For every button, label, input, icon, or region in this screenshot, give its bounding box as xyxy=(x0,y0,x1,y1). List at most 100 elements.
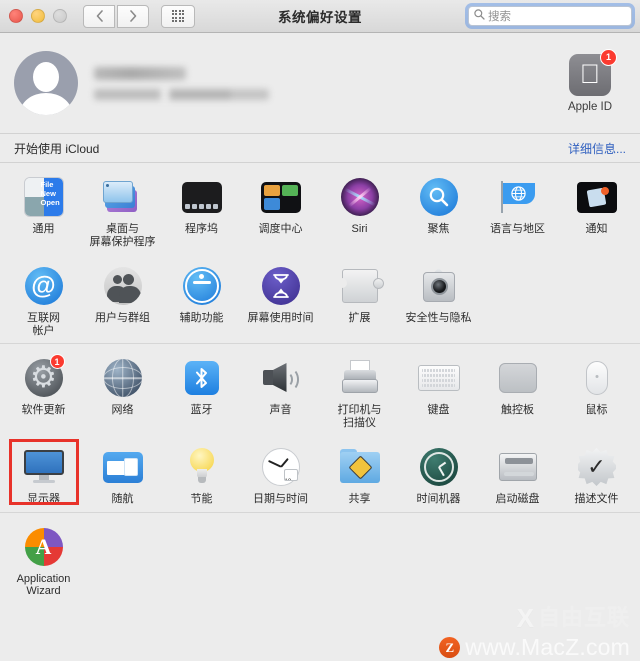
pref-mouse[interactable]: 鼠标 xyxy=(557,352,636,429)
keyboard-icon xyxy=(417,356,461,400)
pref-mission-control[interactable]: 调度中心 xyxy=(241,171,320,248)
pref-label: 日期与时间 xyxy=(253,493,308,505)
pref-bluetooth[interactable]: 蓝牙 xyxy=(162,352,241,429)
pref-row-3: ⚙ 1 软件更新 网络 蓝牙 声音 打印机与 扫描仪 键盘 触控板 鼠标 xyxy=(0,344,640,433)
pref-accessibility[interactable]: 辅助功能 xyxy=(162,260,241,337)
pref-extensions[interactable]: 扩展 xyxy=(320,260,399,337)
zoom-button xyxy=(53,9,67,23)
back-button[interactable] xyxy=(83,4,115,28)
close-button[interactable] xyxy=(9,9,23,23)
pref-screen-time[interactable]: 屏幕使用时间 xyxy=(241,260,320,337)
pref-label: 通用 xyxy=(32,223,55,235)
pref-notifications[interactable]: 通知 xyxy=(557,171,636,248)
pref-keyboard[interactable]: 键盘 xyxy=(399,352,478,429)
pref-security-privacy[interactable]: 安全性与隐私 xyxy=(399,260,478,337)
pref-startup-disk[interactable]: 启动磁盘 xyxy=(478,441,557,506)
watermark-x-logo: X xyxy=(516,603,534,633)
pref-spotlight[interactable]: 聚焦 xyxy=(399,171,478,248)
pref-label: 程序坞 xyxy=(185,223,218,235)
pref-date-time[interactable]: 18 日期与时间 xyxy=(241,441,320,506)
account-name-redacted xyxy=(94,66,186,80)
pref-label: 桌面与 屏幕保护程序 xyxy=(89,223,156,248)
pref-label: 屏幕使用时间 xyxy=(247,312,314,324)
forward-button[interactable] xyxy=(117,4,149,28)
pref-label: 调度中心 xyxy=(258,223,303,235)
avatar-head xyxy=(33,62,59,92)
pref-label: 用户与群组 xyxy=(95,312,150,324)
avatar-body xyxy=(20,93,72,115)
software-update-icon: ⚙ 1 xyxy=(22,354,66,400)
pref-trackpad[interactable]: 触控板 xyxy=(478,352,557,429)
general-icon-text: File New Open xyxy=(40,180,60,207)
profiles-icon: ✓ xyxy=(575,445,619,489)
pref-language-region[interactable]: 语言与地区 xyxy=(478,171,557,248)
icloud-row: 开始使用 iCloud 详细信息... xyxy=(0,133,640,163)
software-update-badge: 1 xyxy=(49,354,65,369)
pref-energy-saver[interactable]: 节能 xyxy=(162,441,241,506)
avatar[interactable] xyxy=(14,51,78,115)
dock-icon xyxy=(180,175,224,219)
pref-desktop-screensaver[interactable]: 桌面与 屏幕保护程序 xyxy=(83,171,162,248)
screen-time-icon xyxy=(259,264,303,308)
pref-label: 安全性与隐私 xyxy=(405,312,472,324)
pref-sound[interactable]: 声音 xyxy=(241,352,320,429)
pref-label: 语言与地区 xyxy=(490,223,545,235)
pref-label: Application Wizard xyxy=(16,572,71,598)
pref-application-wizard[interactable]: A Application Wizard xyxy=(4,521,83,598)
accessibility-icon xyxy=(180,264,224,308)
pref-label: 互联网 帐户 xyxy=(27,312,60,337)
pref-label: 描述文件 xyxy=(574,493,619,505)
pref-label: 辅助功能 xyxy=(179,312,224,324)
pref-internet-accounts[interactable]: @ 互联网 帐户 xyxy=(4,260,83,337)
pref-label: 打印机与 扫描仪 xyxy=(337,404,382,429)
spotlight-icon xyxy=(417,175,461,219)
application-wizard-icon: A xyxy=(22,525,66,569)
apple-logo-icon:  xyxy=(580,61,600,88)
pref-label: 共享 xyxy=(348,493,371,505)
pref-sharing[interactable]: 共享 xyxy=(320,441,399,506)
pref-dock[interactable]: 程序坞 xyxy=(162,171,241,248)
apple-id-button[interactable]:  1 Apple ID xyxy=(554,48,626,113)
watermark-url-row: Z www.MacZ.com xyxy=(439,636,630,659)
sound-icon xyxy=(259,356,303,400)
watermark-brand: X 自由互联 xyxy=(517,605,630,631)
bluetooth-icon xyxy=(180,356,224,400)
notifications-icon xyxy=(575,175,619,219)
account-email-redacted xyxy=(94,88,269,100)
pref-users-groups[interactable]: 用户与群组 xyxy=(83,260,162,337)
pref-sidecar[interactable]: 随航 xyxy=(83,441,162,506)
watermark-brand-cn: 自由互联 xyxy=(537,605,630,630)
navigation-buttons xyxy=(83,4,149,28)
grid-icon xyxy=(171,9,185,23)
pref-label: 时间机器 xyxy=(416,493,461,505)
pref-siri[interactable]: Siri xyxy=(320,171,399,248)
title-bar: 系统偏好设置 搜索 xyxy=(0,0,640,33)
icloud-label: 开始使用 iCloud xyxy=(14,141,100,156)
general-icon: File New Open xyxy=(22,175,66,219)
mission-control-icon xyxy=(259,175,303,219)
pref-label: 鼠标 xyxy=(585,404,608,416)
pref-row-1: File New Open 通用 桌面与 屏幕保护程序 程序坞 调度中心 Sir… xyxy=(0,163,640,252)
pref-printers-scanners[interactable]: 打印机与 扫描仪 xyxy=(320,352,399,429)
pref-label: Siri xyxy=(351,223,368,235)
pref-software-update[interactable]: ⚙ 1 软件更新 xyxy=(4,352,83,429)
pref-profiles[interactable]: ✓ 描述文件 xyxy=(557,441,636,506)
minimize-button[interactable] xyxy=(31,9,45,23)
pref-label: 启动磁盘 xyxy=(495,493,540,505)
pref-general[interactable]: File New Open 通用 xyxy=(4,171,83,248)
pref-network[interactable]: 网络 xyxy=(83,352,162,429)
printers-scanners-icon xyxy=(338,356,382,400)
pref-time-machine[interactable]: 时间机器 xyxy=(399,441,478,506)
icloud-details-link[interactable]: 详细信息... xyxy=(568,140,626,157)
apple-id-icon:  1 xyxy=(569,48,617,96)
pref-displays[interactable]: 显示器 xyxy=(4,439,83,506)
search-input[interactable]: 搜索 xyxy=(468,6,632,26)
date-time-icon: 18 xyxy=(259,445,303,489)
show-all-button[interactable] xyxy=(161,4,195,28)
startup-disk-icon xyxy=(496,445,540,489)
pref-label: 扩展 xyxy=(348,312,371,324)
apple-id-label: Apple ID xyxy=(567,100,613,113)
time-machine-icon xyxy=(417,445,461,489)
trackpad-icon xyxy=(496,356,540,400)
security-privacy-icon xyxy=(417,264,461,308)
